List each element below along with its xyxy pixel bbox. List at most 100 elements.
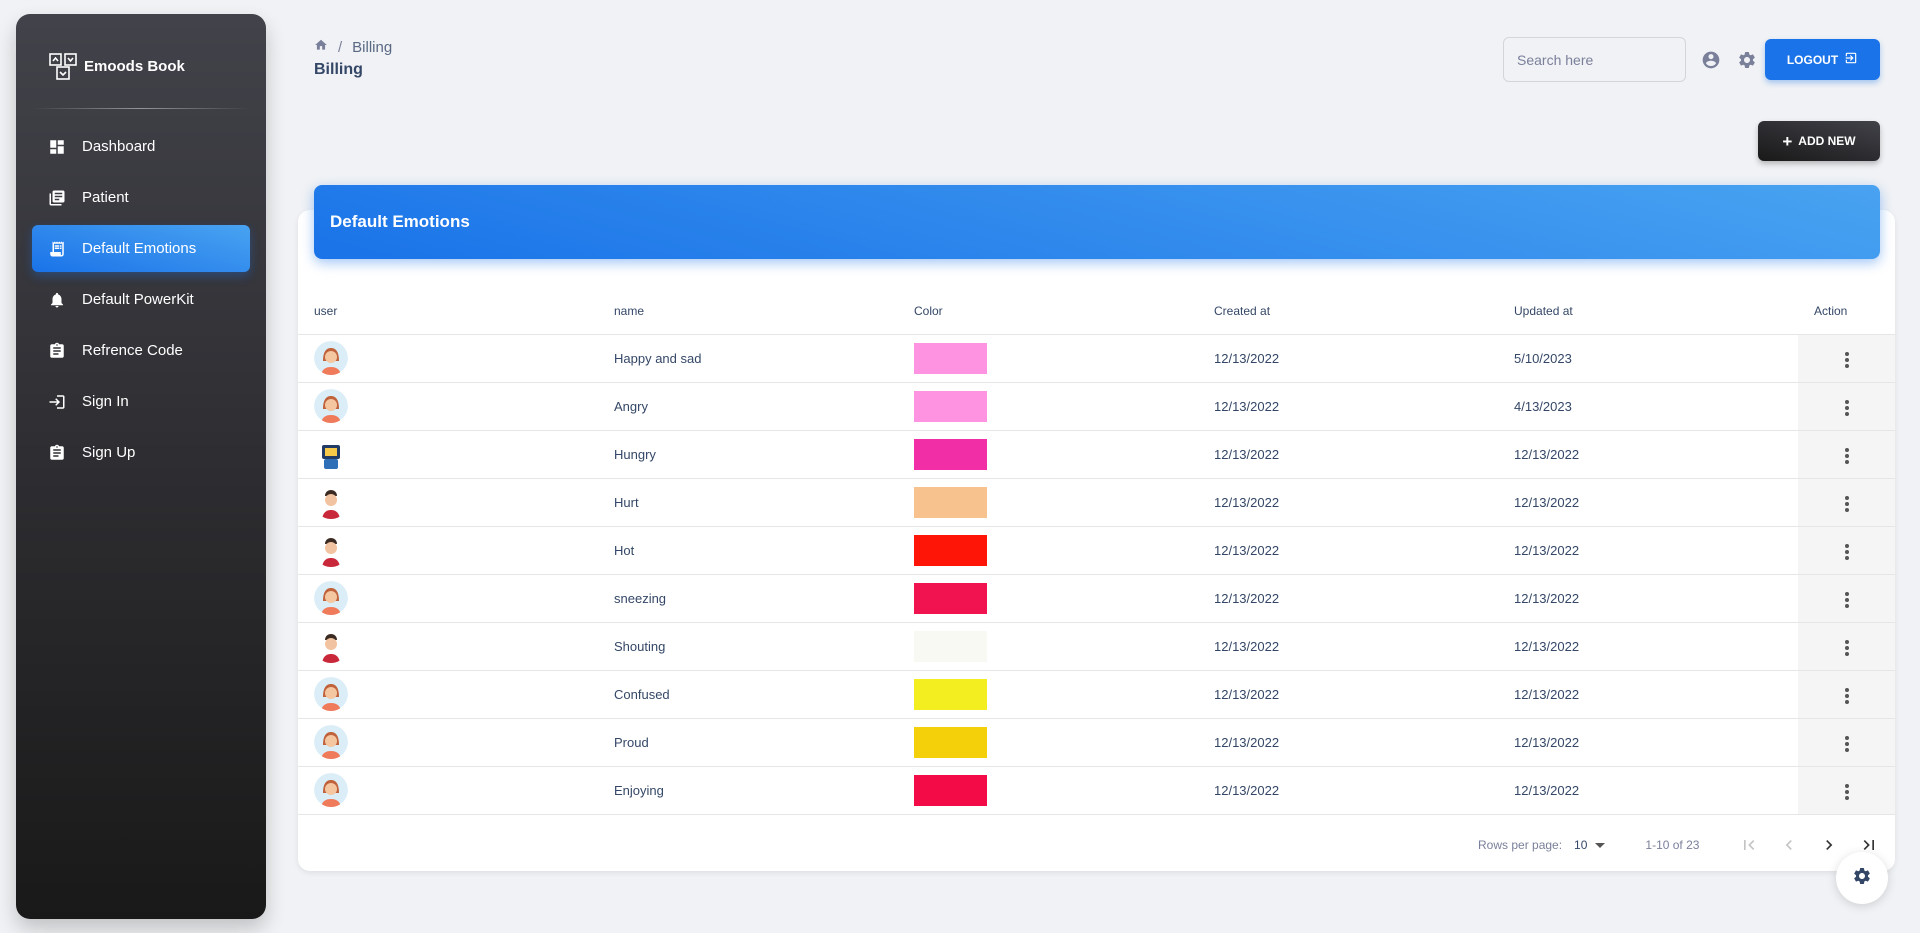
sidebar-item-default-powerkit[interactable]: Default PowerKit bbox=[32, 276, 250, 323]
library-icon bbox=[48, 189, 66, 207]
sidebar-item-sign-in[interactable]: Sign In bbox=[32, 378, 250, 425]
previous-page-button[interactable] bbox=[1769, 833, 1809, 857]
color-cell bbox=[898, 334, 1198, 383]
next-page-button[interactable] bbox=[1809, 833, 1849, 857]
gear-icon[interactable] bbox=[1737, 50, 1757, 70]
color-cell bbox=[898, 718, 1198, 767]
table-row[interactable]: Hot 12/13/2022 12/13/2022 bbox=[298, 526, 1895, 575]
woman-avatar bbox=[314, 389, 598, 423]
created-at-cell: 12/13/2022 bbox=[1198, 622, 1498, 671]
name-cell: Enjoying bbox=[598, 766, 898, 815]
column-header-updated-at[interactable]: Updated at bbox=[1498, 288, 1798, 335]
bell-icon bbox=[48, 291, 66, 309]
name-cell: sneezing bbox=[598, 574, 898, 623]
updated-at-cell: 12/13/2022 bbox=[1498, 718, 1798, 767]
column-header-user[interactable]: user bbox=[298, 288, 598, 335]
more-vert-icon[interactable] bbox=[1841, 732, 1853, 756]
color-cell bbox=[898, 382, 1198, 431]
created-at-cell: 12/13/2022 bbox=[1198, 526, 1498, 575]
sidebar: Emoods Book Dashboard Patient Default Em… bbox=[16, 14, 266, 919]
color-swatch bbox=[914, 342, 987, 374]
user-cell bbox=[298, 382, 598, 431]
card-header: Default Emotions bbox=[314, 185, 1880, 259]
action-cell bbox=[1798, 574, 1895, 623]
created-at-cell: 12/13/2022 bbox=[1198, 334, 1498, 383]
table-row[interactable]: Happy and sad 12/13/2022 5/10/2023 bbox=[298, 334, 1895, 383]
created-at-cell: 12/13/2022 bbox=[1198, 430, 1498, 479]
table-row[interactable]: sneezing 12/13/2022 12/13/2022 bbox=[298, 574, 1895, 623]
rows-per-page-select[interactable]: 10 bbox=[1574, 838, 1606, 852]
color-swatch bbox=[914, 630, 987, 662]
user-cell bbox=[298, 430, 598, 479]
updated-at-cell: 4/13/2023 bbox=[1498, 382, 1798, 431]
sidebar-item-patient[interactable]: Patient bbox=[32, 174, 250, 221]
more-vert-icon[interactable] bbox=[1841, 636, 1853, 660]
more-vert-icon[interactable] bbox=[1841, 540, 1853, 564]
table-row[interactable]: Confused 12/13/2022 12/13/2022 bbox=[298, 670, 1895, 719]
color-cell bbox=[898, 574, 1198, 623]
home-icon[interactable] bbox=[314, 38, 328, 56]
name-cell: Hungry bbox=[598, 430, 898, 479]
updated-at-cell: 12/13/2022 bbox=[1498, 574, 1798, 623]
updated-at-cell: 12/13/2022 bbox=[1498, 622, 1798, 671]
sidebar-item-label: Patient bbox=[82, 189, 129, 206]
user-cell bbox=[298, 766, 598, 815]
color-swatch bbox=[914, 726, 987, 758]
sidebar-item-sign-up[interactable]: Sign Up bbox=[32, 429, 250, 476]
more-vert-icon[interactable] bbox=[1841, 780, 1853, 804]
search-input[interactable] bbox=[1503, 37, 1686, 82]
more-vert-icon[interactable] bbox=[1841, 396, 1853, 420]
sidebar-item-label: Default Emotions bbox=[82, 240, 197, 257]
table-row[interactable]: Angry 12/13/2022 4/13/2023 bbox=[298, 382, 1895, 431]
man-avatar bbox=[314, 629, 598, 663]
user-cell bbox=[298, 718, 598, 767]
table-header-row: user name Color Created at Updated at Ac… bbox=[298, 288, 1895, 335]
more-vert-icon[interactable] bbox=[1841, 684, 1853, 708]
table-row[interactable]: Hurt 12/13/2022 12/13/2022 bbox=[298, 478, 1895, 527]
pagination-range: 1-10 of 23 bbox=[1645, 838, 1700, 852]
name-cell: Proud bbox=[598, 718, 898, 767]
chevron-down-icon bbox=[1595, 842, 1606, 848]
color-swatch bbox=[914, 390, 987, 422]
table-body: Happy and sad 12/13/2022 5/10/2023 Angry 12/… bbox=[298, 334, 1895, 815]
name-cell: Angry bbox=[598, 382, 898, 431]
sidebar-item-label: Dashboard bbox=[82, 138, 156, 155]
column-header-created-at[interactable]: Created at bbox=[1198, 288, 1498, 335]
table-row[interactable]: Hungry 12/13/2022 12/13/2022 bbox=[298, 430, 1895, 479]
created-at-cell: 12/13/2022 bbox=[1198, 766, 1498, 815]
first-page-button[interactable] bbox=[1729, 833, 1769, 857]
color-swatch bbox=[914, 438, 987, 470]
action-cell bbox=[1798, 766, 1895, 815]
sidebar-item-default-emotions[interactable]: Default Emotions bbox=[32, 225, 250, 272]
sidebar-item-dashboard[interactable]: Dashboard bbox=[32, 123, 250, 170]
logout-button[interactable]: LOGOUT bbox=[1765, 39, 1880, 80]
brand[interactable]: Emoods Book bbox=[16, 14, 266, 94]
color-swatch bbox=[914, 486, 987, 518]
updated-at-cell: 12/13/2022 bbox=[1498, 766, 1798, 815]
action-cell bbox=[1798, 718, 1895, 767]
sidebar-divider bbox=[32, 108, 250, 109]
more-vert-icon[interactable] bbox=[1841, 588, 1853, 612]
configurator-button[interactable] bbox=[1836, 852, 1888, 904]
color-cell bbox=[898, 526, 1198, 575]
sidebar-item-label: Sign In bbox=[82, 393, 129, 410]
account-circle-icon[interactable] bbox=[1701, 50, 1721, 70]
assignment-icon bbox=[48, 342, 66, 360]
add-new-button[interactable]: + ADD NEW bbox=[1758, 121, 1880, 161]
more-vert-icon[interactable] bbox=[1841, 348, 1853, 372]
color-swatch bbox=[914, 534, 987, 566]
table-row[interactable]: Proud 12/13/2022 12/13/2022 bbox=[298, 718, 1895, 767]
table-row[interactable]: Enjoying 12/13/2022 12/13/2022 bbox=[298, 766, 1895, 815]
user-cell bbox=[298, 574, 598, 623]
sidebar-item-refrence-code[interactable]: Refrence Code bbox=[32, 327, 250, 374]
created-at-cell: 12/13/2022 bbox=[1198, 718, 1498, 767]
breadcrumb-current: Billing bbox=[352, 38, 393, 56]
updated-at-cell: 12/13/2022 bbox=[1498, 526, 1798, 575]
more-vert-icon[interactable] bbox=[1841, 492, 1853, 516]
name-cell: Hurt bbox=[598, 478, 898, 527]
more-vert-icon[interactable] bbox=[1841, 444, 1853, 468]
breadcrumb: / Billing bbox=[314, 38, 392, 56]
column-header-color[interactable]: Color bbox=[898, 288, 1198, 335]
column-header-name[interactable]: name bbox=[598, 288, 898, 335]
table-row[interactable]: Shouting 12/13/2022 12/13/2022 bbox=[298, 622, 1895, 671]
